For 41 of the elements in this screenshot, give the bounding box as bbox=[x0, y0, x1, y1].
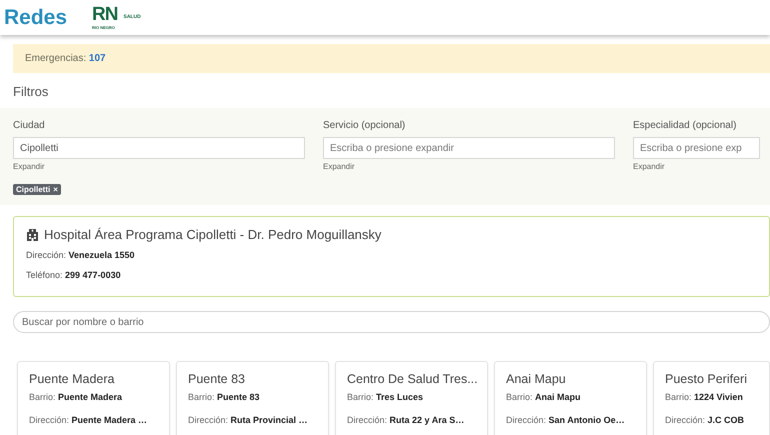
health-center-card[interactable]: Puesto Periferi Barrio: 1224 Vivien Dirección: J.C COB bbox=[653, 361, 770, 435]
expand-link[interactable]: Expandir bbox=[13, 162, 45, 171]
field-label: Especialidad (opcional) bbox=[633, 120, 738, 131]
input-field[interactable]: Cipolletti bbox=[13, 137, 305, 159]
hospital-name: Hospital Área Programa Cipolletti - Dr. Pedro Moguillansky bbox=[44, 227, 382, 242]
center-name: Puente 83 bbox=[188, 372, 246, 386]
search-field[interactable]: Buscar por nombre o barrio bbox=[13, 311, 770, 333]
center-address: Dirección: J.C COB bbox=[665, 415, 746, 425]
center-neighborhood: Barrio: Anai Mapu bbox=[506, 392, 582, 402]
center-address: Dirección: Puente Madera … bbox=[29, 415, 148, 425]
remove-chip-button[interactable]: × bbox=[53, 185, 58, 194]
center-neighborhood: Barrio: Puente Madera bbox=[29, 392, 124, 402]
hospital-detail: Dirección: Venezuela 1550 bbox=[26, 250, 136, 260]
health-center-card[interactable]: Puente Madera Barrio: Puente Madera Dirección: Puente Madera … bbox=[17, 361, 170, 435]
center-neighborhood: Barrio: Puente 83 bbox=[188, 392, 261, 402]
hospital-detail: Teléfono: 299 477-0030 bbox=[26, 270, 122, 280]
emergency-label: Emergencias: bbox=[25, 53, 88, 64]
chip-label: Cipolletti bbox=[16, 185, 50, 194]
filters-heading: Filtros bbox=[13, 84, 50, 99]
expand-link[interactable]: Expandir bbox=[323, 162, 355, 171]
center-name: Puesto Periferi bbox=[665, 372, 748, 386]
center-address: Dirección: Ruta Provincial … bbox=[188, 415, 309, 425]
input-field[interactable]: Escriba o presione exp bbox=[633, 137, 760, 159]
center-address: Dirección: San Antonio Oe… bbox=[506, 415, 626, 425]
app-title: Redes bbox=[4, 6, 68, 30]
field-label: Ciudad bbox=[13, 120, 46, 131]
center-address: Dirección: Ruta 22 y Ara S… bbox=[347, 415, 466, 425]
health-center-card[interactable]: Puente 83 Barrio: Puente 83 Dirección: Ruta Provincial … bbox=[176, 361, 329, 435]
field-label: Servicio (opcional) bbox=[323, 120, 406, 131]
center-name: Anai Mapu bbox=[506, 372, 567, 386]
building-icon bbox=[26, 228, 39, 240]
center-neighborhood: Barrio: 1224 Vivien bbox=[665, 392, 744, 402]
health-center-card[interactable]: Centro De Salud Tres... Barrio: Tres Luces Dirección: Ruta 22 y Ara S… bbox=[335, 361, 488, 435]
health-center-card[interactable]: Anai Mapu Barrio: Anai Mapu Dirección: San Antonio Oe… bbox=[494, 361, 647, 435]
center-name: Centro De Salud Tres... bbox=[347, 372, 476, 386]
expand-link[interactable]: Expandir bbox=[633, 162, 665, 171]
input-field[interactable]: Escriba o presione expandir bbox=[323, 137, 615, 159]
center-name: Puente Madera bbox=[29, 372, 116, 386]
logo-mark: RN bbox=[92, 4, 118, 24]
center-neighborhood: Barrio: Tres Luces bbox=[347, 392, 424, 402]
emergency-number: 107 bbox=[88, 53, 106, 64]
